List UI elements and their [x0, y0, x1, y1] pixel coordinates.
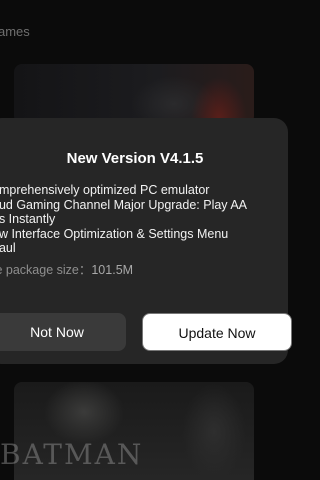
package-size-label: te package size：: [0, 263, 92, 277]
package-size-value: 101.5M: [91, 263, 134, 277]
game-card-title: BATMAN: [0, 438, 144, 471]
release-note-line: es Instantly: [0, 212, 56, 226]
release-note-line: haul: [0, 241, 16, 255]
update-now-button[interactable]: Update Now: [142, 313, 292, 351]
not-now-button[interactable]: Not Now: [0, 313, 126, 351]
release-note-line: ew Interface Optimization & Settings Men…: [0, 226, 229, 241]
section-title: ames: [0, 24, 30, 39]
dialog-title: New Version V4.1.5: [66, 150, 204, 167]
release-note-line: omprehensively optimized PC emulator: [0, 183, 210, 197]
release-note-line: oud Gaming Channel Major Upgrade: Play A…: [0, 197, 248, 212]
featured-game-banner[interactable]: [14, 64, 254, 124]
release-notes: omprehensively optimized PC emulator oud…: [0, 183, 292, 256]
package-size: te package size：101.5M: [0, 259, 133, 278]
